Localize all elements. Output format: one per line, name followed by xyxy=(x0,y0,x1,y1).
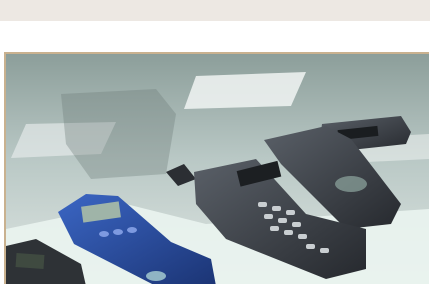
top-bar xyxy=(0,0,430,21)
photo-image xyxy=(6,54,429,284)
glass-reflection xyxy=(184,72,306,109)
photo-frame xyxy=(4,52,429,284)
museum-phones-photo[interactable] xyxy=(6,54,429,284)
